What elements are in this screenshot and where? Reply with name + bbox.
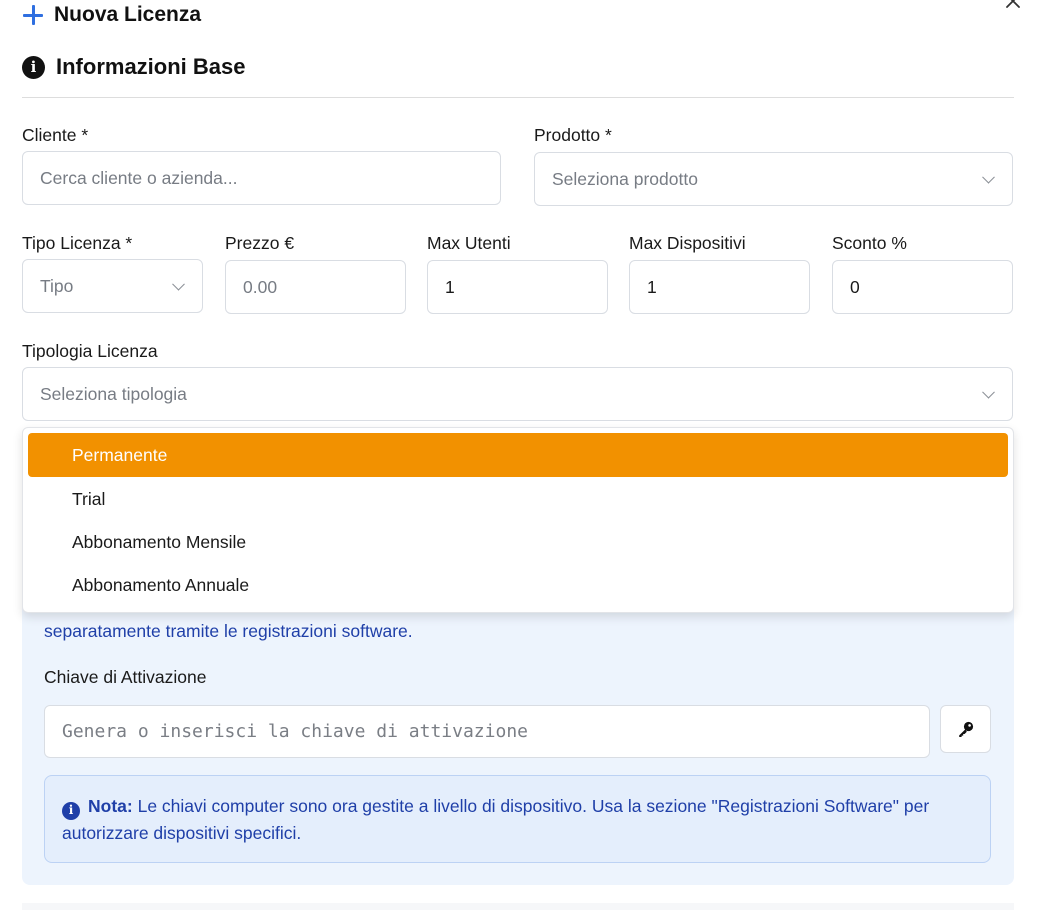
- prezzo-label: Prezzo €: [225, 233, 295, 253]
- prodotto-label: Prodotto *: [534, 125, 612, 145]
- generate-key-button[interactable]: [940, 705, 991, 753]
- chevron-down-icon: [982, 170, 995, 184]
- modal-title: Nuova Licenza: [54, 3, 202, 26]
- note-box: i Nota: Le chiavi computer sono ora gesti…: [44, 775, 991, 863]
- sconto-input[interactable]: 0: [832, 260, 1013, 314]
- dropdown-option-permanente[interactable]: Permanente: [28, 433, 1008, 477]
- dropdown-option-mensile[interactable]: Abbonamento Mensile: [28, 520, 1008, 564]
- activation-info-text: separatamente tramite le registrazioni s…: [44, 621, 413, 641]
- max-dispositivi-label: Max Dispositivi: [629, 233, 746, 253]
- info-icon: i: [22, 55, 45, 79]
- note-label: Nota:: [88, 796, 133, 816]
- cliente-placeholder: Cerca cliente o azienda...: [40, 167, 238, 188]
- prezzo-input[interactable]: 0.00: [225, 260, 406, 314]
- info-icon: i: [62, 801, 80, 820]
- close-icon[interactable]: [1004, 0, 1022, 10]
- section-title: Informazioni Base: [56, 54, 246, 79]
- max-utenti-input[interactable]: 1: [427, 260, 608, 314]
- max-dispositivi-input[interactable]: 1: [629, 260, 810, 314]
- cliente-label: Cliente *: [22, 125, 89, 145]
- next-section-edge: [22, 903, 1014, 910]
- tipologia-dropdown: Permanente Trial Abbonamento Mensile Abb…: [22, 427, 1014, 613]
- activation-key-label: Chiave di Attivazione: [44, 667, 207, 687]
- activation-key-placeholder: Genera o inserisci la chiave di attivazi…: [62, 721, 528, 742]
- tipologia-label: Tipologia Licenza: [22, 341, 158, 361]
- chevron-down-icon: [982, 385, 995, 399]
- tipo-licenza-select[interactable]: Tipo: [22, 259, 203, 313]
- tipologia-placeholder: Seleziona tipologia: [40, 383, 187, 404]
- tipologia-select[interactable]: Seleziona tipologia: [22, 367, 1013, 421]
- activation-key-input[interactable]: Genera o inserisci la chiave di attivazi…: [44, 705, 930, 758]
- note-text: i Nota: Le chiavi computer sono ora gesti…: [62, 793, 982, 847]
- cliente-search-input[interactable]: Cerca cliente o azienda...: [22, 151, 501, 205]
- max-dispositivi-value: 1: [647, 276, 657, 297]
- dropdown-option-trial[interactable]: Trial: [28, 477, 1008, 521]
- tipo-licenza-placeholder: Tipo: [40, 275, 74, 296]
- max-utenti-value: 1: [445, 276, 455, 297]
- dropdown-option-annuale[interactable]: Abbonamento Annuale: [28, 563, 1008, 607]
- key-icon: [958, 721, 973, 737]
- modal-header: Nuova Licenza: [22, 0, 201, 30]
- prodotto-placeholder: Seleziona prodotto: [552, 168, 698, 189]
- tipo-licenza-label: Tipo Licenza *: [22, 233, 133, 253]
- chevron-down-icon: [172, 277, 185, 291]
- note-body: Le chiavi computer sono ora gestite a li…: [62, 796, 930, 843]
- section-header: i Informazioni Base: [22, 52, 245, 82]
- plus-icon: [22, 4, 44, 26]
- prodotto-select[interactable]: Seleziona prodotto: [534, 152, 1013, 206]
- sconto-label: Sconto %: [832, 233, 907, 253]
- sconto-value: 0: [850, 276, 860, 297]
- max-utenti-label: Max Utenti: [427, 233, 511, 253]
- section-divider: [22, 97, 1014, 98]
- prezzo-placeholder: 0.00: [243, 276, 278, 297]
